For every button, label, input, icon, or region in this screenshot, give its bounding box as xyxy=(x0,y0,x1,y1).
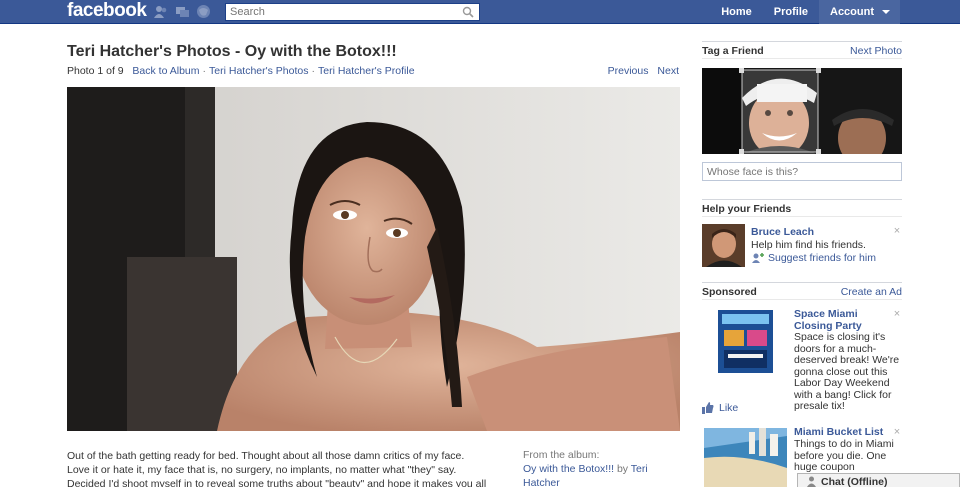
suggest-friends-label: Suggest friends for him xyxy=(768,252,876,264)
photo-pager: Previous Next xyxy=(602,65,679,77)
owner-profile-link[interactable]: Teri Hatcher's Profile xyxy=(318,65,415,77)
suggest-friends-icon xyxy=(752,253,764,263)
nav-home[interactable]: Home xyxy=(710,0,763,24)
nav-account-label: Account xyxy=(830,6,874,18)
next-photo-link[interactable]: Next xyxy=(657,65,679,77)
help-friends-title: Help your Friends xyxy=(702,203,792,215)
like-button[interactable]: Like xyxy=(702,402,738,414)
photo-counter: Photo 1 of 9 xyxy=(67,65,124,77)
separator: · xyxy=(311,65,316,77)
top-nav-links: Home Profile Account xyxy=(710,0,900,24)
ad-body-text: Space is closing it's doors for a much-d… xyxy=(794,331,900,412)
chat-user-icon xyxy=(807,476,816,487)
tag-friend-header: Tag a Friend Next Photo xyxy=(702,41,902,59)
sponsored-title: Sponsored xyxy=(702,286,757,298)
friend-help-text: Help him find his friends. xyxy=(751,239,866,251)
from-album-label: From the album: xyxy=(523,449,600,461)
from-album: From the album: Oy with the Botox!!! by … xyxy=(523,448,663,487)
create-ad-link[interactable]: Create an Ad xyxy=(841,285,902,299)
suggest-friends-link[interactable]: Suggest friends for him xyxy=(751,252,876,264)
previous-photo-link[interactable]: Previous xyxy=(608,65,649,77)
nav-account[interactable]: Account xyxy=(819,0,900,24)
page-title: Teri Hatcher's Photos - Oy with the Boto… xyxy=(67,43,397,60)
friend-avatar[interactable] xyxy=(702,224,745,267)
ad-body-space-miami: Space is closing it's doors for a much-d… xyxy=(794,331,902,413)
back-to-album-link[interactable]: Back to Album xyxy=(132,65,199,77)
close-icon[interactable]: × xyxy=(892,309,902,320)
photo-breadcrumb: Photo 1 of 9 Back to Album · Teri Hatcher'… xyxy=(67,65,679,77)
ad-image-space-miami[interactable] xyxy=(718,310,773,373)
photo-caption: Out of the bath getting ready for bed. T… xyxy=(67,450,487,487)
owner-photos-link[interactable]: Teri Hatcher's Photos xyxy=(209,65,308,77)
ad-title-space-miami[interactable]: Space Miami Closing Party xyxy=(794,308,890,332)
next-photo-link[interactable]: Next Photo xyxy=(850,44,902,58)
facebook-logo[interactable]: facebook xyxy=(67,0,147,22)
nav-profile[interactable]: Profile xyxy=(763,0,819,24)
tag-photo-preview[interactable] xyxy=(702,68,902,154)
whose-face-input[interactable] xyxy=(703,163,899,180)
ad-title-miami-bucket-list[interactable]: Miami Bucket List xyxy=(794,426,890,438)
whose-face-box[interactable] xyxy=(702,162,902,181)
search-input[interactable] xyxy=(226,4,456,20)
sponsored-header: Sponsored Create an Ad xyxy=(702,282,902,300)
chevron-down-icon xyxy=(882,10,890,14)
album-by: by xyxy=(616,463,629,475)
thumbs-up-icon xyxy=(702,402,714,414)
separator: · xyxy=(202,65,207,77)
tag-friend-title: Tag a Friend xyxy=(702,45,764,57)
friend-requests-icon[interactable] xyxy=(153,4,168,19)
friend-name-link[interactable]: Bruce Leach xyxy=(751,226,814,238)
like-label: Like xyxy=(719,402,739,414)
help-friends-header: Help your Friends xyxy=(702,199,902,217)
ad-body-text: Things to do in Miami before you die. On… xyxy=(794,438,894,473)
ad-image-miami-beach[interactable] xyxy=(704,428,787,487)
close-icon[interactable]: × xyxy=(892,226,902,237)
chat-label: Chat (Offline) xyxy=(821,475,888,487)
album-link[interactable]: Oy with the Botox!!! xyxy=(523,463,614,475)
messages-icon[interactable] xyxy=(175,4,190,19)
main-photo[interactable] xyxy=(67,87,680,431)
notifications-icon[interactable] xyxy=(196,4,211,19)
chat-bar[interactable]: Chat (Offline) xyxy=(797,473,960,487)
close-icon[interactable]: × xyxy=(892,427,902,438)
ad-body-miami-bucket-list: Things to do in Miami before you die. On… xyxy=(794,438,894,474)
search-icon[interactable] xyxy=(462,6,474,18)
top-nav-bar: facebook Home Profile Account xyxy=(0,0,960,24)
search-box[interactable] xyxy=(225,3,480,21)
